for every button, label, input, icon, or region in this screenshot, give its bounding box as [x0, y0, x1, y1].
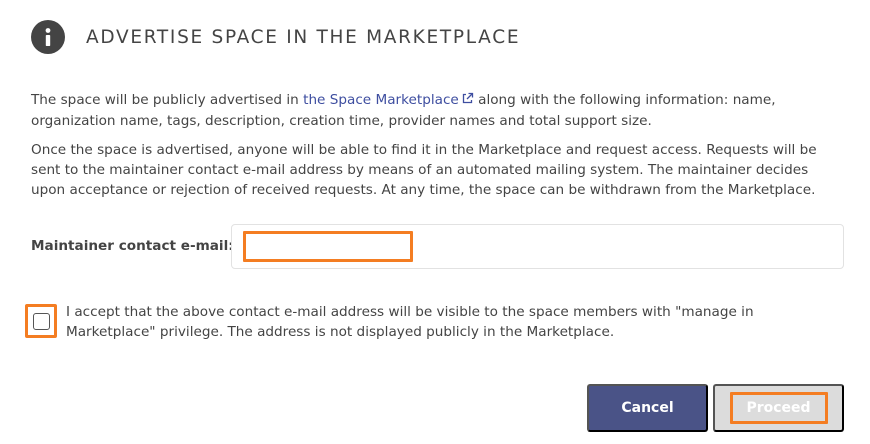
- description-paragraph-1: The space will be publicly advertised in…: [31, 90, 841, 131]
- cancel-button[interactable]: Cancel: [587, 384, 708, 432]
- info-icon: [31, 20, 65, 54]
- consent-checkbox[interactable]: [25, 304, 57, 338]
- email-label: Maintainer contact e-mail:: [31, 238, 234, 254]
- modal-title: ADVERTISE SPACE IN THE MARKETPLACE: [86, 26, 521, 48]
- space-marketplace-link[interactable]: the Space Marketplace: [303, 92, 474, 108]
- description-paragraph-2: Once the space is advertised, anyone wil…: [31, 142, 817, 198]
- link-label: the Space Marketplace: [303, 92, 459, 108]
- external-link-icon: [461, 91, 474, 111]
- proceed-label: Proceed: [729, 392, 828, 424]
- email-field-wrapper: [231, 224, 844, 269]
- proceed-button[interactable]: Proceed: [713, 384, 844, 432]
- modal-header: ADVERTISE SPACE IN THE MARKETPLACE: [31, 19, 520, 55]
- checkbox-square: [32, 312, 50, 330]
- email-field[interactable]: [243, 231, 413, 262]
- consent-label: I accept that the above contact e-mail a…: [66, 304, 754, 340]
- paragraph-text: The space will be publicly advertised in: [31, 92, 304, 108]
